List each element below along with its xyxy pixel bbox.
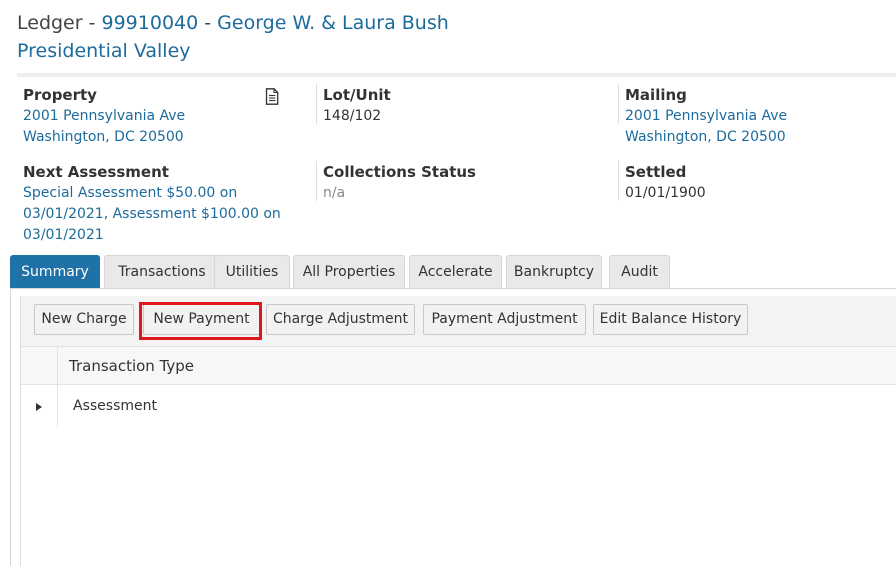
settled-block: Settled 01/01/1900 xyxy=(625,161,706,204)
collections-status-block: Collections Status n/a xyxy=(323,161,476,204)
header-divider xyxy=(17,73,896,77)
lot-unit-label: Lot/Unit xyxy=(323,86,391,104)
grid-header: Transaction Type xyxy=(21,346,896,385)
tab-all-properties[interactable]: All Properties xyxy=(293,255,405,289)
transaction-type-column-header[interactable]: Transaction Type xyxy=(69,347,194,385)
next-assessment-label: Next Assessment xyxy=(23,163,169,181)
mailing-label: Mailing xyxy=(625,86,687,104)
tab-bankruptcy[interactable]: Bankruptcy xyxy=(506,255,602,289)
account-number-link[interactable]: 99910040 xyxy=(102,12,199,34)
next-assessment-line3[interactable]: 03/01/2021 xyxy=(23,225,281,246)
next-assessment-line2[interactable]: 03/01/2021, Assessment $100.00 on xyxy=(23,204,281,225)
grid-header-spacer xyxy=(21,347,58,385)
property-label: Property xyxy=(23,86,97,104)
property-block: Property 2001 Pennsylvania Ave Washingto… xyxy=(23,84,185,148)
settled-value: 01/01/1900 xyxy=(625,185,706,201)
tab-transactions[interactable]: Transactions xyxy=(104,255,220,289)
charge-adjustment-button[interactable]: Charge Adjustment xyxy=(266,304,415,335)
new-charge-button[interactable]: New Charge xyxy=(34,304,134,335)
tab-summary[interactable]: Summary xyxy=(10,255,100,289)
lot-unit-block: Lot/Unit 148/102 xyxy=(323,84,391,127)
collections-status-value: n/a xyxy=(323,185,346,201)
title-separator: - xyxy=(198,12,218,34)
new-payment-highlight xyxy=(139,302,262,340)
collections-status-label: Collections Status xyxy=(323,163,476,181)
tab-accelerate[interactable]: Accelerate xyxy=(409,255,502,289)
ledger-label: Ledger - xyxy=(17,12,102,34)
column-divider xyxy=(316,161,317,201)
transactions-grid: Transaction Type Assessment xyxy=(20,346,896,566)
table-row[interactable]: Assessment xyxy=(21,385,896,427)
owner-name-link[interactable]: George W. & Laura Bush xyxy=(217,12,449,34)
property-address-line2[interactable]: Washington, DC 20500 xyxy=(23,127,185,148)
settled-label: Settled xyxy=(625,163,687,181)
page-title: Ledger - 99910040 - George W. & Laura Bu… xyxy=(17,10,449,36)
mailing-address-line1[interactable]: 2001 Pennsylvania Ave xyxy=(625,106,787,127)
caret-right-icon xyxy=(36,403,42,411)
mailing-block: Mailing 2001 Pennsylvania Ave Washington… xyxy=(625,84,787,148)
column-divider xyxy=(618,84,619,124)
property-address-line1[interactable]: 2001 Pennsylvania Ave xyxy=(23,106,185,127)
transaction-type-cell: Assessment xyxy=(73,398,157,414)
row-expander[interactable] xyxy=(21,385,58,427)
edit-balance-history-button[interactable]: Edit Balance History xyxy=(593,304,748,335)
tab-audit[interactable]: Audit xyxy=(609,255,670,289)
next-assessment-block: Next Assessment Special Assessment $50.0… xyxy=(23,161,281,246)
payment-adjustment-button[interactable]: Payment Adjustment xyxy=(423,304,586,335)
tab-utilities[interactable]: Utilities xyxy=(214,255,290,289)
column-divider xyxy=(316,84,317,124)
lot-unit-value: 148/102 xyxy=(323,108,382,124)
next-assessment-line1[interactable]: Special Assessment $50.00 on xyxy=(23,183,281,204)
document-icon[interactable] xyxy=(265,88,279,105)
mailing-address-line2[interactable]: Washington, DC 20500 xyxy=(625,127,787,148)
column-divider xyxy=(618,161,619,201)
community-link[interactable]: Presidential Valley xyxy=(17,38,191,64)
